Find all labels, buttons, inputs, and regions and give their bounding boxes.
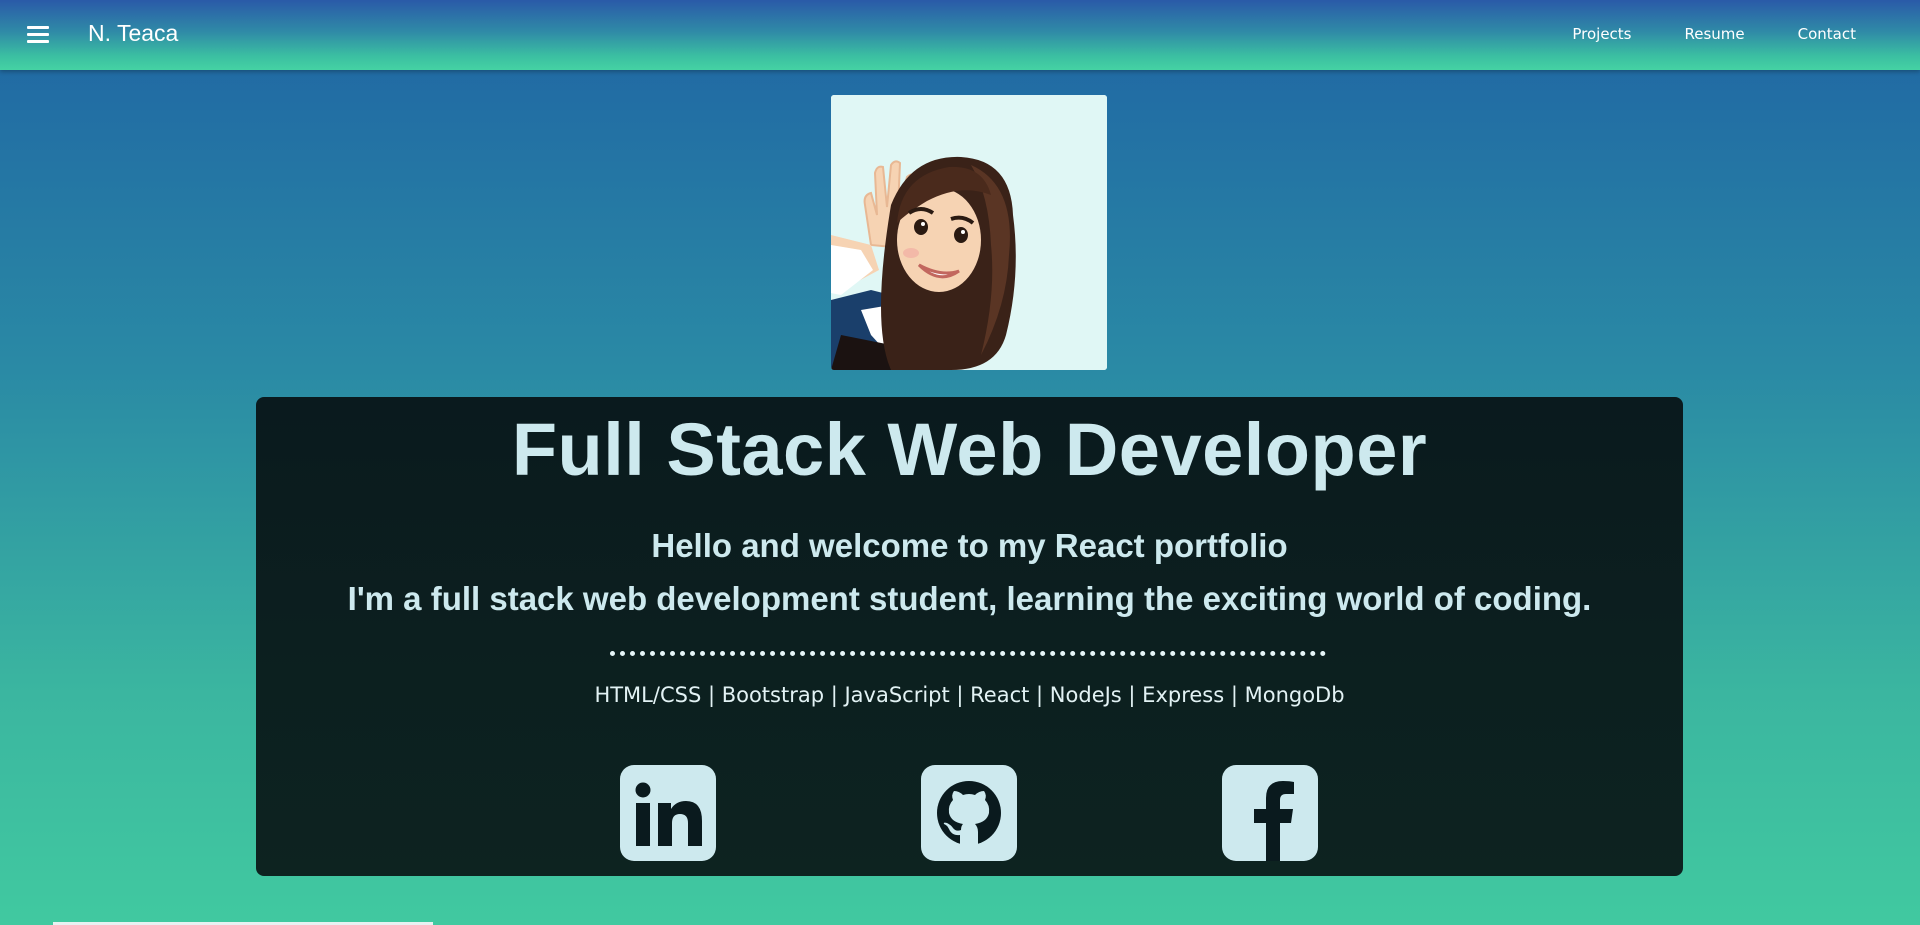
- linkedin-icon: [635, 782, 702, 846]
- github-icon: [937, 781, 1001, 845]
- nav-link-contact[interactable]: Contact: [1798, 25, 1856, 43]
- skills-list: HTML/CSS | Bootstrap | JavaScript | Reac…: [594, 683, 1345, 707]
- navbar: N. Teaca Projects Resume Contact: [0, 0, 1920, 70]
- greeting-text: Hello and welcome to my React portfolio: [651, 527, 1288, 564]
- page-title: Full Stack Web Developer: [511, 408, 1428, 491]
- nav-link-resume[interactable]: Resume: [1685, 25, 1745, 43]
- avatar: [831, 95, 1107, 370]
- nav-link-projects[interactable]: Projects: [1572, 25, 1631, 43]
- hero-card: Full Stack Web Developer Hello and welco…: [256, 397, 1683, 876]
- intro-text: I'm a full stack web development student…: [347, 580, 1592, 617]
- nav-links: Projects Resume Contact: [1519, 25, 1856, 43]
- facebook-link[interactable]: [1222, 765, 1318, 861]
- hamburger-menu-icon[interactable]: [26, 24, 50, 44]
- facebook-icon: [1254, 781, 1294, 861]
- brand-link[interactable]: N. Teaca: [88, 20, 178, 47]
- linkedin-link[interactable]: [620, 765, 716, 861]
- avatar-illustration-icon: [831, 95, 1107, 370]
- dotted-divider: [610, 651, 1326, 656]
- github-link[interactable]: [921, 765, 1017, 861]
